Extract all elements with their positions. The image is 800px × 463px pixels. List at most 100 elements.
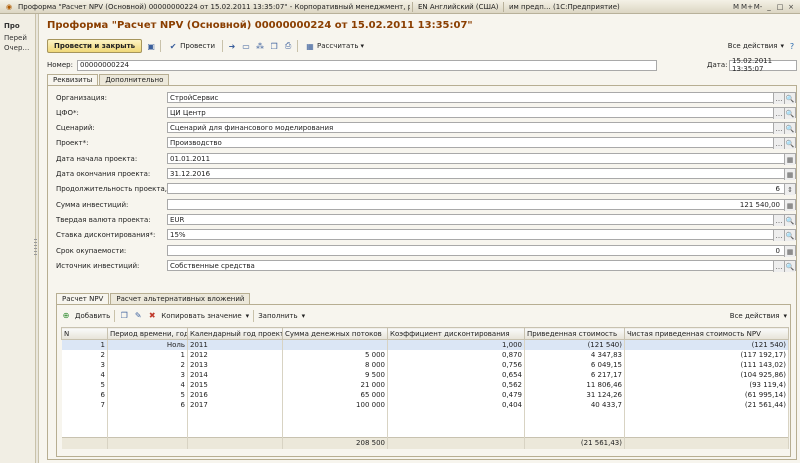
field-input[interactable]: 31.12.2016 ▦ — [167, 168, 796, 180]
divider — [160, 40, 162, 52]
help-icon[interactable]: ? — [787, 41, 797, 51]
empty-cell — [187, 423, 283, 438]
calculator-icon[interactable]: ▦ — [784, 246, 795, 257]
copy-value-button[interactable]: Копировать значение — [161, 312, 241, 320]
left-panel-item-queue[interactable]: Очер… — [0, 42, 35, 52]
tab-requisites[interactable]: Реквизиты — [47, 74, 99, 85]
select-icon[interactable]: … — [773, 138, 784, 149]
copy-row-icon[interactable]: ❐ — [119, 311, 129, 321]
column-header[interactable]: Сумма денежных потоков — [282, 327, 388, 340]
table-row[interactable]: 6 5 2016 65 000 0,479 31 124,26 (61 995,14) — [61, 389, 789, 400]
maximize-button[interactable]: □ — [775, 2, 785, 12]
field-input[interactable]: 15% … 🔍 — [167, 229, 796, 241]
table-row[interactable]: 2 1 2012 5 000 0,870 4 347,83 (117 192,17) — [61, 349, 789, 360]
open-icon[interactable]: 🔍 — [784, 138, 795, 149]
table-row[interactable]: 3 2 2013 8 000 0,756 6 049,15 (111 143,02) — [61, 359, 789, 370]
field-input[interactable]: 121 540,00 ▦ — [167, 199, 796, 211]
date-field[interactable]: 15.02.2011 13:35:07 — [729, 57, 797, 73]
field-input[interactable]: EUR … 🔍 — [167, 214, 796, 226]
open-icon[interactable]: 🔍 — [784, 123, 795, 134]
field-input[interactable]: Собственные средства … 🔍 — [167, 260, 796, 272]
table-all-actions[interactable]: Все действия — [730, 312, 780, 320]
memory-minus-button[interactable]: M- — [753, 2, 763, 12]
select-icon[interactable]: … — [773, 261, 784, 272]
fill-button[interactable]: Заполнить — [258, 312, 297, 320]
open-icon[interactable]: 🔍 — [784, 261, 795, 272]
tab-alternative-investments[interactable]: Расчет альтернативных вложений — [110, 293, 251, 304]
structure-icon[interactable]: ⁂ — [255, 41, 265, 51]
divider — [222, 40, 224, 52]
field-row: Продолжительность проекта, лет: 6 ⇕ — [56, 183, 796, 195]
field-label: ЦФО*: — [56, 108, 79, 117]
memory-button[interactable]: M — [731, 2, 741, 12]
select-icon[interactable]: … — [773, 215, 784, 226]
field-input[interactable]: 01.01.2011 ▦ — [167, 153, 796, 165]
field-value: 31.12.2016 — [170, 169, 211, 178]
minimize-button[interactable]: _ — [764, 2, 774, 12]
delete-icon[interactable]: ✖ — [147, 311, 157, 321]
empty-row — [61, 409, 789, 424]
go-icon[interactable]: ➜ — [227, 41, 237, 51]
all-actions-menu[interactable]: Все действия ▾ ? — [728, 41, 797, 51]
select-icon[interactable]: … — [773, 93, 784, 104]
table-toolbar: ⊕ Добавить ❐ ✎ ✖ Копировать значение ▾ З… — [61, 309, 787, 322]
field-input[interactable]: Производство … 🔍 — [167, 137, 796, 149]
edit-icon[interactable]: ✎ — [133, 311, 143, 321]
memory-plus-button[interactable]: M+ — [741, 2, 753, 12]
post-and-close-button[interactable]: Провести и закрыть — [47, 39, 143, 53]
divider — [412, 1, 413, 12]
close-button[interactable]: × — [786, 2, 796, 12]
column-header[interactable]: Приведенная стоимость — [524, 327, 625, 340]
open-icon[interactable]: 🔍 — [784, 230, 795, 241]
number-field[interactable]: 00000000224 — [77, 59, 657, 71]
calculator-icon[interactable]: ▦ — [784, 154, 795, 165]
field-input[interactable]: Сценарий для финансового моделирования … 🔍 — [167, 122, 796, 134]
column-header[interactable]: Период времени, год — [107, 327, 188, 340]
table-row[interactable]: 5 4 2015 21 000 0,562 11 806,46 (93 119,4) — [61, 379, 789, 390]
calculator-icon[interactable]: ▦ — [784, 169, 795, 180]
field-label: Проект*: — [56, 138, 89, 147]
table-row[interactable]: 4 3 2014 9 500 0,654 6 217,17 (104 925,86) — [61, 369, 789, 380]
tab-npv-calc[interactable]: Расчет NPV — [56, 293, 110, 304]
column-header[interactable]: N — [61, 327, 108, 340]
field-label: Организация: — [56, 93, 107, 102]
open-icon[interactable]: 🔍 — [784, 93, 795, 104]
open-icon[interactable]: 🔍 — [784, 215, 795, 226]
table-cell: 0,756 — [387, 359, 525, 370]
open-icon[interactable]: 🔍 — [784, 108, 795, 119]
table-cell: (61 995,14) — [624, 389, 789, 400]
table-row[interactable]: 7 6 2017 100 000 0,404 40 433,7 (21 561,44) — [61, 399, 789, 410]
splitter-handle[interactable] — [34, 239, 37, 255]
field-label: Срок окупаемости: — [56, 246, 127, 255]
table-cell: 0,479 — [387, 389, 525, 400]
spin-icon[interactable]: ⇕ — [784, 184, 795, 195]
field-input[interactable]: 0 ▦ — [167, 245, 796, 257]
calculator-icon[interactable]: ▦ — [784, 200, 795, 211]
print-icon[interactable]: ⎙ — [283, 41, 293, 51]
language-indicator[interactable]: EN Английский (США) — [415, 3, 501, 11]
table-row[interactable]: 1 Ноль 2011 1,000 (121 540) (121 540) — [61, 339, 789, 350]
calculate-button[interactable]: ▦ Рассчитать ▾ — [302, 39, 367, 53]
column-header[interactable]: Чистая приведенная стоимость NPV — [624, 327, 789, 340]
add-button[interactable]: Добавить — [75, 312, 110, 320]
select-icon[interactable]: … — [773, 230, 784, 241]
all-actions-label: Все действия — [727, 42, 778, 50]
tab-additional[interactable]: Дополнительно — [99, 74, 170, 85]
column-header[interactable]: Календарный год проекта — [187, 327, 283, 340]
left-panel-item-go[interactable]: Перей — [0, 30, 35, 42]
field-input[interactable]: 6 ⇕ — [167, 183, 796, 195]
cancel-posting-icon[interactable]: ▭ — [241, 41, 251, 51]
select-icon[interactable]: … — [773, 108, 784, 119]
save-icon[interactable]: ▣ — [146, 41, 156, 51]
empty-cell — [61, 423, 108, 438]
field-input[interactable]: СтройСервис … 🔍 — [167, 92, 796, 104]
field-input[interactable]: ЦИ Центр … 🔍 — [167, 107, 796, 119]
copy-icon[interactable]: ❐ — [269, 41, 279, 51]
form-toolbar: Провести и закрыть ▣ ✔ Провести ➜ ▭ ⁂ ❐ … — [47, 38, 797, 54]
table-cell: 2013 — [187, 359, 283, 370]
empty-cell — [524, 409, 625, 424]
empty-cell — [624, 409, 789, 424]
select-icon[interactable]: … — [773, 123, 784, 134]
column-header[interactable]: Коэффициент дисконтирования — [387, 327, 525, 340]
post-button[interactable]: ✔ Провести — [165, 39, 218, 53]
